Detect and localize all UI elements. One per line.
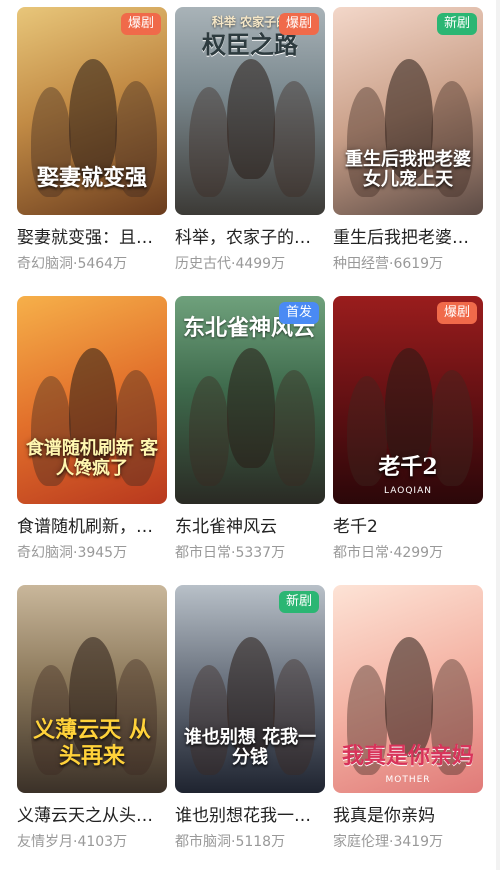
drama-card[interactable]: 东北雀神风云 首发东北雀神风云都市日常·5337万 bbox=[175, 296, 325, 562]
status-badge: 爆剧 bbox=[436, 302, 477, 324]
drama-genre: 奇幻脑洞 bbox=[17, 256, 73, 272]
poster-title-text: 谁也别想 花我一分钱 bbox=[183, 726, 317, 769]
drama-views: 5464万 bbox=[77, 256, 128, 272]
drama-poster[interactable]: 谁也别想 花我一分钱 新剧 bbox=[175, 585, 325, 793]
poster-figure bbox=[385, 348, 433, 468]
poster-figure bbox=[69, 59, 117, 179]
poster-figure bbox=[227, 348, 275, 468]
drama-poster[interactable]: 娶妻就变强 爆剧 bbox=[17, 7, 167, 215]
poster-sub-text: LAOQIAN bbox=[384, 486, 432, 496]
drama-poster[interactable]: 食谱随机刷新 客人馋疯了 bbox=[17, 296, 167, 504]
drama-title[interactable]: 娶妻就变强：且看我横扫北蛮 bbox=[17, 227, 167, 249]
drama-title[interactable]: 科举，农家子的权臣之路 bbox=[175, 227, 325, 249]
drama-genre: 都市日常 bbox=[333, 545, 389, 561]
drama-poster[interactable]: 东北雀神风云 首发 bbox=[175, 296, 325, 504]
drama-title[interactable]: 东北雀神风云 bbox=[175, 516, 325, 538]
drama-genre: 都市日常 bbox=[175, 545, 231, 561]
drama-meta: 奇幻脑洞·5464万 bbox=[17, 255, 167, 273]
drama-title[interactable]: 老千2 bbox=[333, 516, 483, 538]
status-badge: 新剧 bbox=[436, 13, 477, 35]
drama-views: 5118万 bbox=[235, 834, 286, 850]
poster-figure bbox=[273, 370, 315, 486]
drama-views: 4103万 bbox=[77, 834, 128, 850]
drama-views: 3945万 bbox=[77, 545, 128, 561]
drama-title[interactable]: 谁也别想花我一分钱 bbox=[175, 805, 325, 827]
drama-card[interactable]: 谁也别想 花我一分钱 新剧谁也别想花我一分钱都市脑洞·5118万 bbox=[175, 585, 325, 851]
drama-meta: 都市日常·4299万 bbox=[333, 544, 483, 562]
drama-meta: 家庭伦理·3419万 bbox=[333, 833, 483, 851]
drama-views: 4299万 bbox=[393, 545, 444, 561]
drama-meta: 友情岁月·4103万 bbox=[17, 833, 167, 851]
status-badge: 爆剧 bbox=[278, 13, 319, 35]
drama-title[interactable]: 重生后我把老婆女儿宠上天 bbox=[333, 227, 483, 249]
poster-title-text: 老千2 bbox=[378, 453, 438, 480]
drama-poster[interactable]: 我真是你亲妈 MOTHER bbox=[333, 585, 483, 793]
drama-card[interactable]: 娶妻就变强 爆剧娶妻就变强：且看我横扫北蛮奇幻脑洞·5464万 bbox=[17, 7, 167, 273]
drama-poster[interactable]: 义薄云天 从头再来 bbox=[17, 585, 167, 793]
poster-sub-text: MOTHER bbox=[385, 775, 431, 785]
drama-genre: 家庭伦理 bbox=[333, 834, 389, 850]
drama-meta: 历史古代·4499万 bbox=[175, 255, 325, 273]
drama-views: 6619万 bbox=[393, 256, 444, 272]
drama-meta: 种田经营·6619万 bbox=[333, 255, 483, 273]
drama-card[interactable]: 我真是你亲妈 MOTHER 我真是你亲妈家庭伦理·3419万 bbox=[333, 585, 483, 851]
poster-title-text: 重生后我把老婆 女儿宠上天 bbox=[345, 148, 471, 191]
poster-title-text: 我真是你亲妈 bbox=[341, 742, 474, 769]
drama-card[interactable]: 科举 农家子的权臣之路爆剧科举，农家子的权臣之路历史古代·4499万 bbox=[175, 7, 325, 273]
drama-card[interactable]: 义薄云天 从头再来义薄云天之从头再来友情岁月·4103万 bbox=[17, 585, 167, 851]
drama-card[interactable]: 食谱随机刷新 客人馋疯了食谱随机刷新，客人馋疯了奇幻脑洞·3945万 bbox=[17, 296, 167, 562]
poster-title-text: 权臣之路 bbox=[202, 30, 298, 59]
drama-card[interactable]: 老千2 LAOQIAN 爆剧老千2 都市日常·4299万 bbox=[333, 296, 483, 562]
status-badge: 新剧 bbox=[278, 591, 319, 613]
drama-meta: 都市脑洞·5118万 bbox=[175, 833, 325, 851]
status-badge: 首发 bbox=[278, 302, 319, 324]
drama-poster[interactable]: 科举 农家子的 权臣之路 爆剧 bbox=[175, 7, 325, 215]
poster-title-text: 义薄云天 从头再来 bbox=[33, 717, 151, 769]
drama-title[interactable]: 我真是你亲妈 bbox=[333, 805, 483, 827]
drama-meta: 奇幻脑洞·3945万 bbox=[17, 544, 167, 562]
drama-views: 4499万 bbox=[235, 256, 286, 272]
drama-genre: 种田经营 bbox=[333, 256, 389, 272]
drama-poster[interactable]: 重生后我把老婆 女儿宠上天 新剧 bbox=[333, 7, 483, 215]
drama-title[interactable]: 食谱随机刷新，客人馋疯了 bbox=[17, 516, 167, 538]
drama-card[interactable]: 重生后我把老婆 女儿宠上天 新剧重生后我把老婆女儿宠上天种田经营·6619万 bbox=[333, 7, 483, 273]
scrollbar[interactable] bbox=[496, 0, 500, 870]
drama-grid: 娶妻就变强爆剧娶妻就变强：且看我横扫北蛮奇幻脑洞·5464万科举 农家子的权臣之… bbox=[0, 0, 500, 870]
drama-title[interactable]: 义薄云天之从头再来 bbox=[17, 805, 167, 827]
drama-views: 3419万 bbox=[393, 834, 444, 850]
poster-title-text: 食谱随机刷新 客人馋疯了 bbox=[25, 437, 159, 480]
poster-figure bbox=[385, 637, 433, 757]
drama-genre: 都市脑洞 bbox=[175, 834, 231, 850]
poster-figure bbox=[189, 376, 229, 486]
drama-genre: 历史古代 bbox=[175, 256, 231, 272]
status-badge: 爆剧 bbox=[120, 13, 161, 35]
poster-title-text: 娶妻就变强 bbox=[36, 164, 147, 191]
drama-genre: 奇幻脑洞 bbox=[17, 545, 73, 561]
drama-genre: 友情岁月 bbox=[17, 834, 73, 850]
drama-meta: 都市日常·5337万 bbox=[175, 544, 325, 562]
drama-poster[interactable]: 老千2 LAOQIAN 爆剧 bbox=[333, 296, 483, 504]
drama-views: 5337万 bbox=[235, 545, 286, 561]
